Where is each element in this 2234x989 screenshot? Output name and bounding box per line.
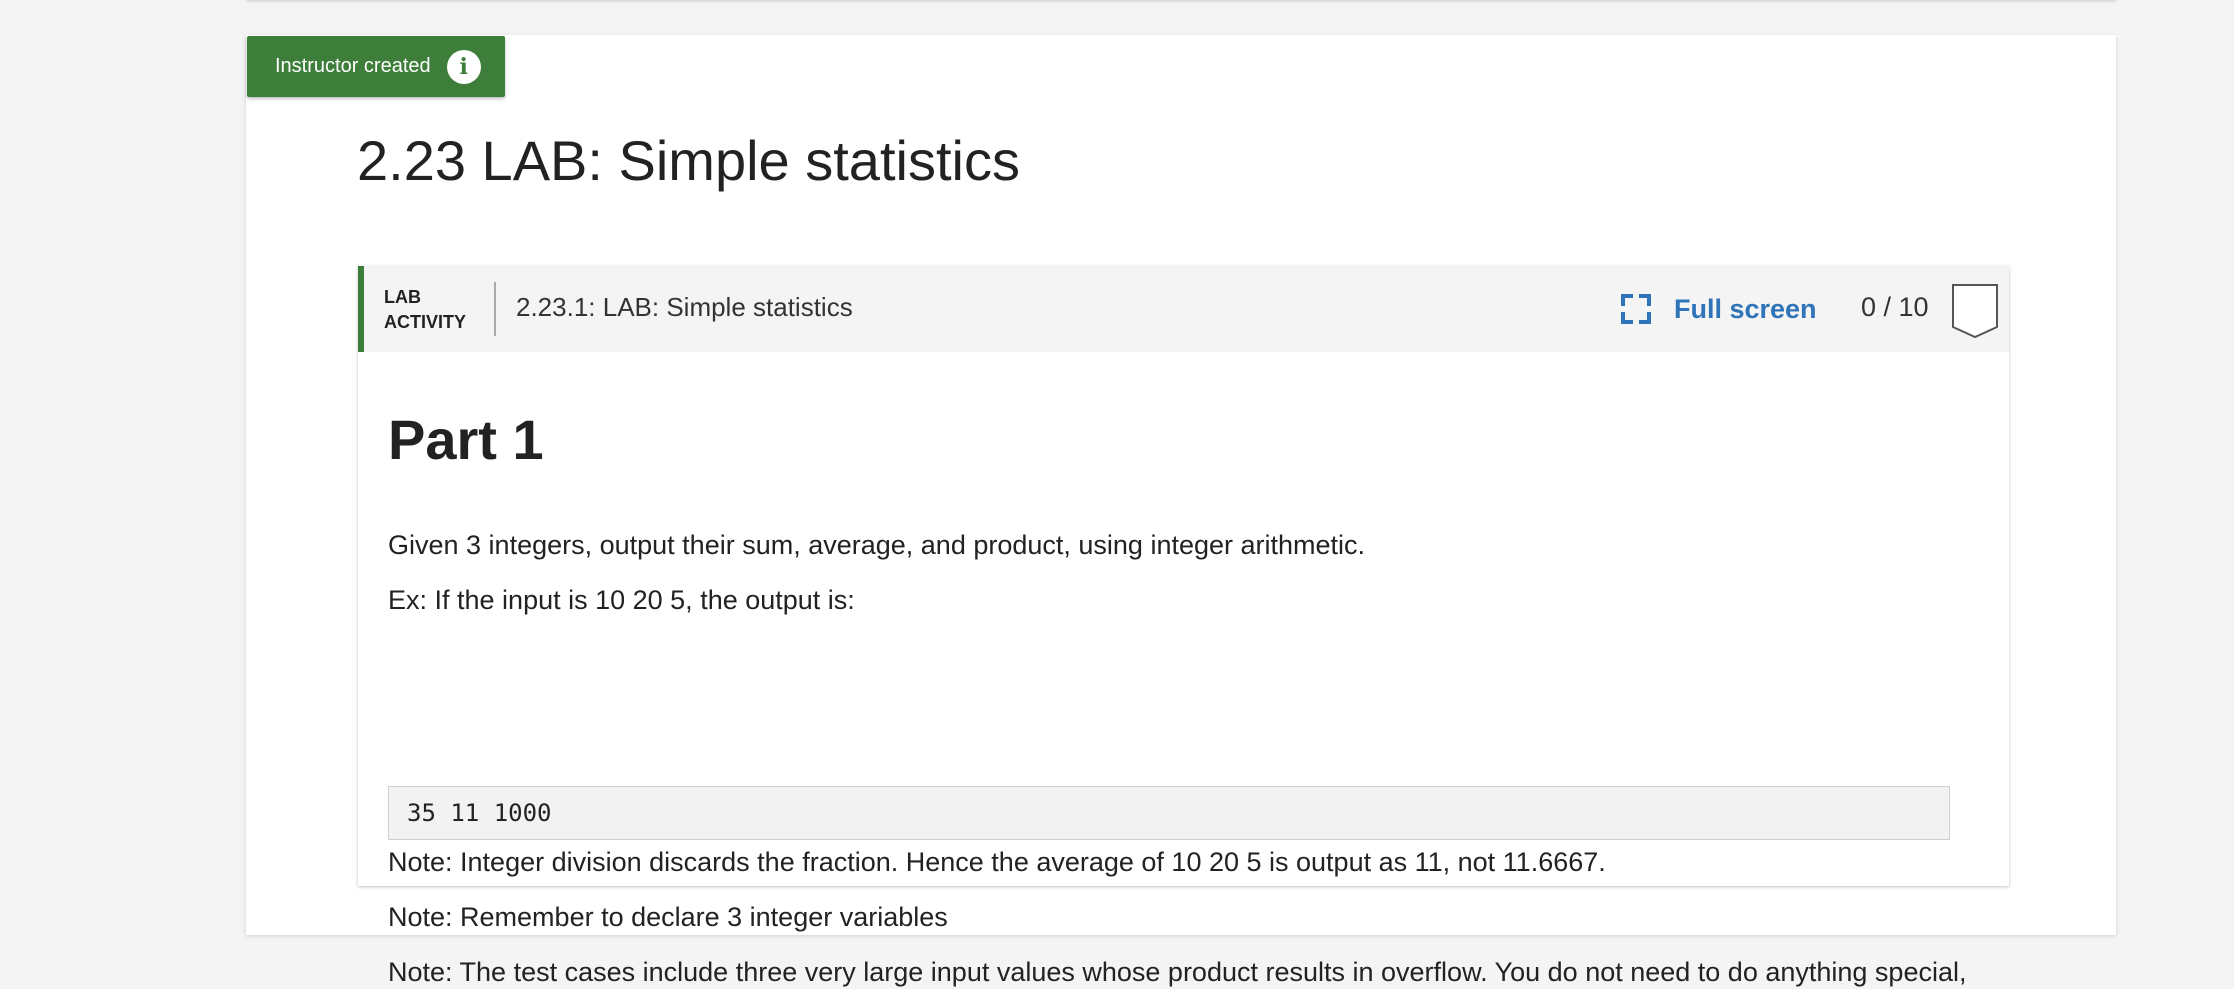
instructions-paragraph: Given 3 integers, output their sum, aver… [388,530,1366,560]
instructor-created-badge: Instructor created i [247,36,505,97]
section-title: 2.23 LAB: Simple statistics [357,129,1020,192]
activity-header: LAB ACTIVITY 2.23.1: LAB: Simple statist… [358,266,2009,352]
part-title: Part 1 [388,408,544,471]
activity-type-line1: LAB [384,287,421,307]
activity-type-line2: ACTIVITY [384,312,467,332]
expand-icon [1620,293,1652,325]
info-icon[interactable]: i [446,49,481,84]
activity-type: LAB ACTIVITY [384,285,484,335]
activity-label: 2.23.1: LAB: Simple statistics [516,292,853,322]
example-intro: Ex: If the input is 10 20 5, the output … [388,585,855,615]
example-output-code: 35 11 1000 [388,786,1950,840]
score-text: 0 / 10 [1861,292,1929,322]
note-integer-division: Note: Integer division discards the frac… [388,847,1606,877]
score-flag-icon [1951,283,1999,344]
header-divider [494,282,496,336]
activity-content: Part 1 Given 3 integers, output their su… [388,408,1988,987]
full-screen-label: Full screen [1674,293,1817,324]
full-screen-button[interactable]: Full screen [1620,286,1817,332]
badge-label: Instructor created [275,55,431,77]
lab-activity: LAB ACTIVITY 2.23.1: LAB: Simple statist… [358,266,2009,987]
note-declare-variables: Note: Remember to declare 3 integer vari… [388,902,948,932]
note-overflow: Note: The test cases include three very … [388,957,1967,987]
